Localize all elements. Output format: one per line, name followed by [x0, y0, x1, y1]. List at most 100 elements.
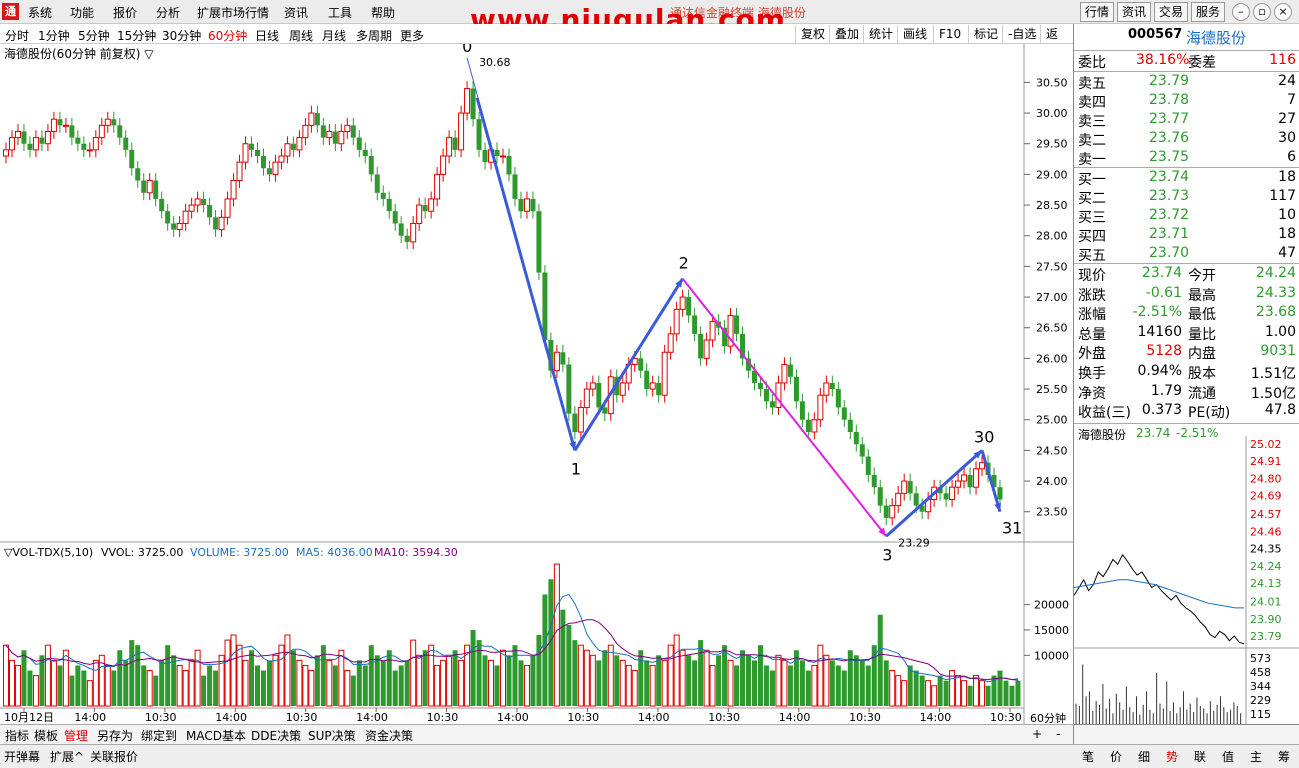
- volume-bar: [111, 670, 117, 706]
- volume-bar: [661, 659, 668, 707]
- mini-price-tick: 24.80: [1250, 472, 1282, 485]
- period-multi[interactable]: 多周期: [356, 27, 392, 44]
- period-monthly[interactable]: 月线: [322, 27, 346, 44]
- vol-indicator-name[interactable]: ▽VOL-TDX(5,10): [4, 546, 93, 559]
- vol-vvol: VVOL: 3725.00: [101, 546, 183, 559]
- stat-value: 1.50亿: [1250, 385, 1296, 402]
- zoom-out-button[interactable]: -: [1056, 727, 1060, 741]
- right-tab-main[interactable]: 主: [1250, 748, 1262, 765]
- period-select[interactable]: 60分钟: [1030, 711, 1066, 725]
- tab-dde[interactable]: DDE决策: [251, 727, 301, 744]
- x-tick-label: 14:00: [356, 711, 388, 724]
- right-tab-value[interactable]: 值: [1222, 748, 1234, 765]
- candle-body: [320, 125, 326, 138]
- right-tab-bi[interactable]: 笔: [1082, 748, 1094, 765]
- tool-draw-line[interactable]: 画线: [897, 25, 932, 43]
- restore-icon[interactable]: ▫: [1253, 3, 1271, 21]
- right-tab-link[interactable]: 联: [1194, 748, 1206, 765]
- tab-macd[interactable]: MACD基本: [186, 727, 246, 744]
- tab-bind-to[interactable]: 绑定到: [141, 727, 177, 744]
- tab-fund[interactable]: 资金决策: [365, 727, 413, 744]
- candle-body: [434, 173, 441, 200]
- tab-save-as[interactable]: 另存为: [97, 727, 133, 744]
- mini-volume-tick: 229: [1250, 694, 1271, 707]
- minimize-icon[interactable]: –: [1232, 3, 1250, 21]
- candle-body: [21, 131, 27, 144]
- period-60min[interactable]: 60分钟: [208, 27, 247, 44]
- quote-button[interactable]: 行情: [1080, 2, 1114, 22]
- menu-bar: 通 系统 功能 报价 分析 扩展市场行情 资讯 工具 帮助 通达信金融终端 海德…: [0, 0, 1299, 36]
- period-1min[interactable]: 1分钟: [38, 27, 70, 44]
- tool-watchlist[interactable]: -自选: [1002, 25, 1041, 43]
- menu-analysis[interactable]: 分析: [156, 4, 180, 21]
- bid-price: 23.72: [1149, 207, 1190, 223]
- volume-bar: [368, 645, 374, 706]
- candle-body: [302, 124, 309, 139]
- ask-label: 卖五: [1078, 76, 1106, 92]
- tool-restore-rights[interactable]: 复权: [795, 25, 830, 43]
- period-more[interactable]: 更多: [400, 27, 424, 44]
- tab-manage[interactable]: 管理: [64, 727, 88, 744]
- tool-f10[interactable]: F10: [933, 25, 966, 43]
- menu-tools[interactable]: 工具: [328, 4, 352, 21]
- right-tab-detail[interactable]: 细: [1138, 748, 1150, 765]
- period-fenshi[interactable]: 分时: [5, 27, 29, 44]
- related-quotes[interactable]: 关联报价: [90, 748, 138, 765]
- kline-chart[interactable]: 海德股份(60分钟 前复权) ▽ 30.50 30.00 29.50 29.00 28.…: [0, 44, 1073, 744]
- intraday-mini-chart[interactable]: 25.02 24.91 24.80 24.69 24.57 24.46 24.35 24.24…: [1074, 436, 1299, 736]
- period-30min[interactable]: 30分钟: [162, 27, 201, 44]
- extend-toggle[interactable]: 扩展^: [50, 748, 84, 765]
- tool-statistics[interactable]: 统计: [863, 25, 898, 43]
- period-daily[interactable]: 日线: [255, 27, 279, 44]
- tool-overlay[interactable]: 叠加: [829, 25, 864, 43]
- news-button[interactable]: 资讯: [1117, 2, 1151, 22]
- bid-volume: 47: [1278, 245, 1296, 261]
- menu-function[interactable]: 功能: [70, 4, 94, 21]
- menu-quote[interactable]: 报价: [113, 4, 137, 21]
- stat-label: 股本: [1188, 366, 1216, 382]
- candle-body: [518, 198, 524, 212]
- wave-label: 31: [1002, 519, 1022, 538]
- volume-bar: [260, 670, 266, 706]
- period-toolbar: 分时 1分钟 5分钟 15分钟 30分钟 60分钟 日线 周线 月线 多周期 更…: [0, 24, 1073, 59]
- stat-value: 24.33: [1255, 284, 1296, 301]
- volume-bar: [27, 670, 33, 706]
- volume-bar: [835, 665, 841, 706]
- x-tick-label: 10:30: [286, 711, 318, 724]
- right-tab-trend[interactable]: 势: [1166, 748, 1178, 765]
- menu-extended-market[interactable]: 扩展市场行情: [197, 4, 269, 21]
- danmu-toggle[interactable]: 开弹幕: [4, 748, 40, 765]
- tab-template[interactable]: 模板: [34, 727, 58, 744]
- tab-indicator[interactable]: 指标: [5, 727, 29, 744]
- mini-price-line: [1074, 553, 1245, 645]
- tool-back[interactable]: 返回: [1040, 25, 1073, 59]
- volume-bar: [607, 644, 614, 707]
- candle-body: [213, 217, 219, 230]
- right-tab-price[interactable]: 价: [1110, 748, 1122, 765]
- volume-bar: [619, 659, 626, 707]
- close-icon[interactable]: ×: [1274, 3, 1292, 21]
- candle-body: [673, 308, 680, 335]
- trade-button[interactable]: 交易: [1154, 2, 1188, 22]
- wave-label: 0: [462, 44, 472, 56]
- period-15min[interactable]: 15分钟: [117, 27, 156, 44]
- menu-news[interactable]: 资讯: [284, 4, 308, 21]
- menu-help[interactable]: 帮助: [371, 4, 395, 21]
- ask-price: 23.76: [1149, 130, 1190, 146]
- volume-bar: [434, 664, 441, 707]
- candle-body: [452, 137, 458, 150]
- service-button[interactable]: 服务: [1191, 2, 1225, 22]
- tab-sup[interactable]: SUP决策: [308, 727, 356, 744]
- candle-body: [92, 137, 99, 151]
- right-tab-chips[interactable]: 筹: [1278, 748, 1290, 765]
- candle-body: [440, 155, 447, 175]
- period-5min[interactable]: 5分钟: [78, 27, 110, 44]
- menu-system[interactable]: 系统: [28, 4, 52, 21]
- stat-row: 外盘 5128 内盘 9031: [1076, 343, 1298, 362]
- volume-bar: [230, 634, 237, 707]
- candle-body: [344, 124, 351, 132]
- zoom-in-button[interactable]: +: [1032, 727, 1042, 741]
- ask-price: 23.79: [1149, 73, 1190, 89]
- period-weekly[interactable]: 周线: [289, 27, 313, 44]
- tool-mark[interactable]: 标记: [968, 25, 1003, 43]
